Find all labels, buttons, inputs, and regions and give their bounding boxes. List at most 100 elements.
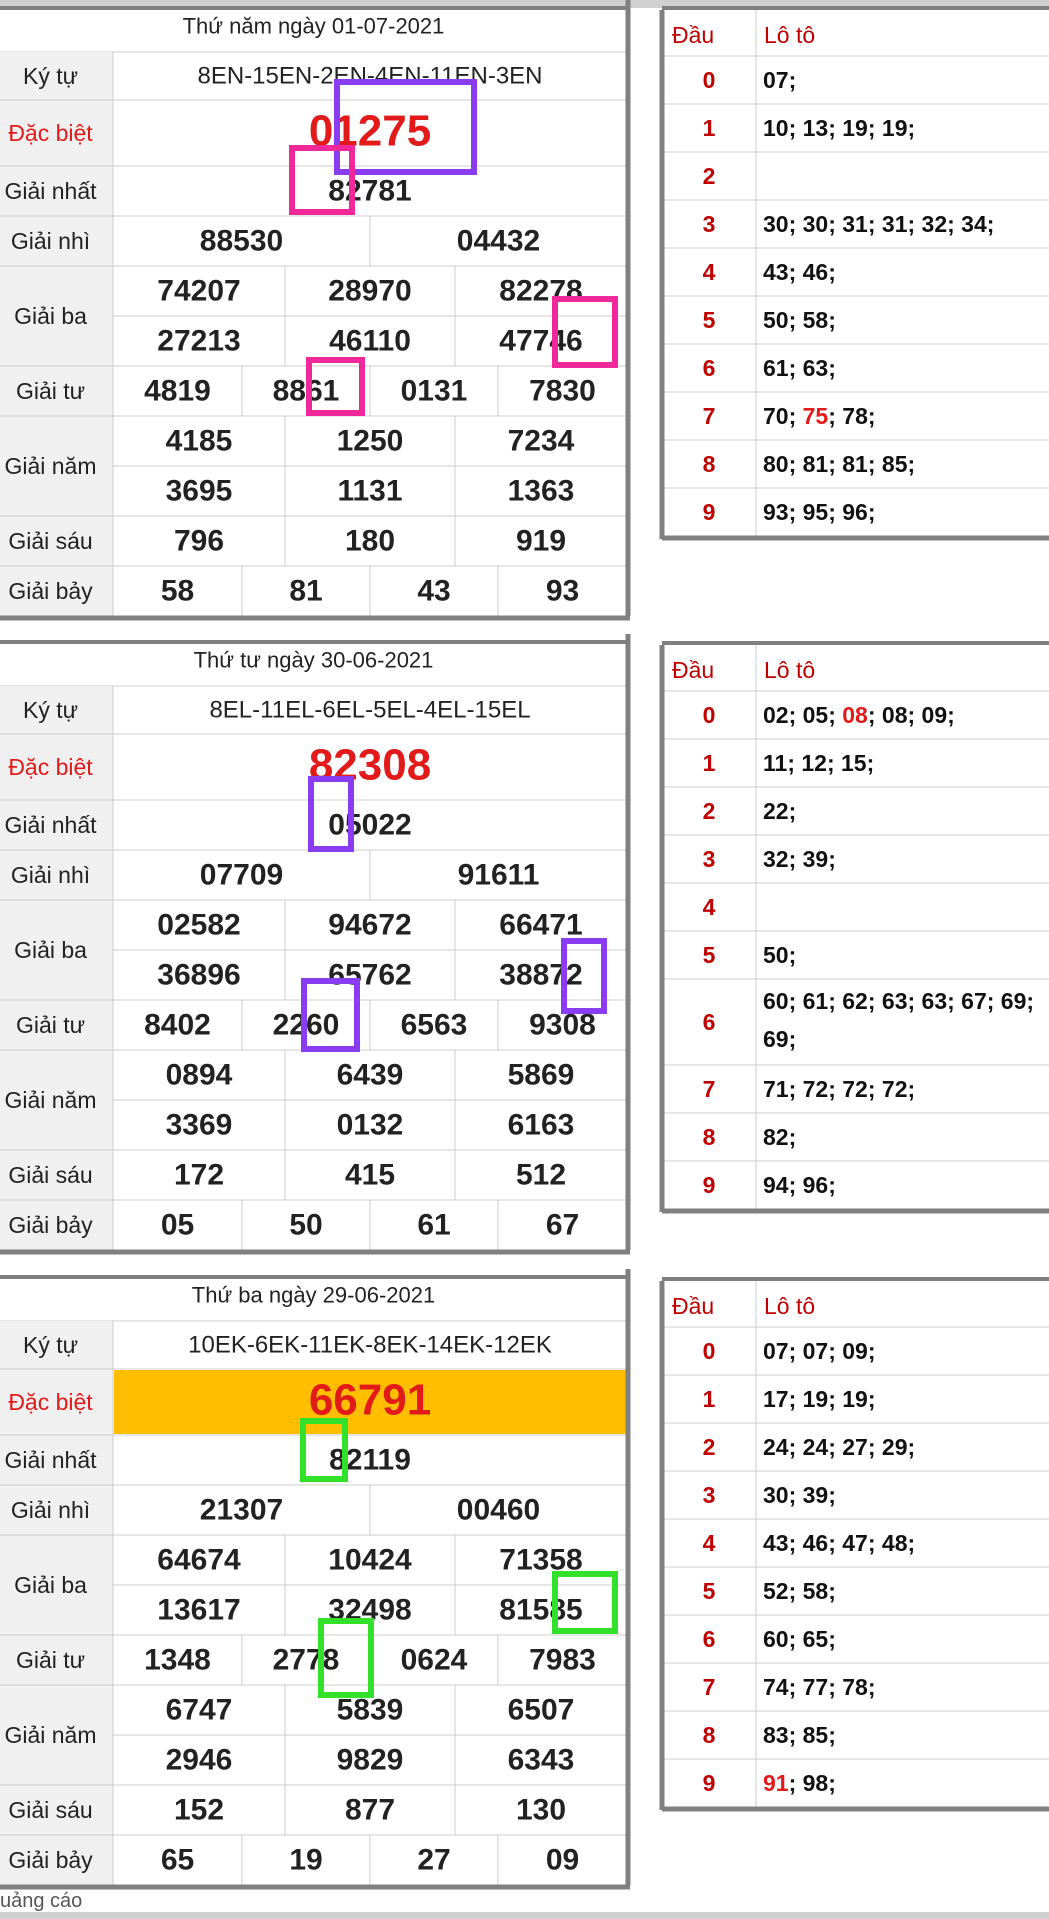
fifth-prize-value: 1250 (337, 425, 404, 458)
loto-values-wrap: 69; (763, 1026, 796, 1052)
seventh-prize-value: 27 (417, 1844, 450, 1877)
seventh-prize-value: 61 (417, 1209, 450, 1242)
special-prize-value: 82308 (309, 741, 431, 790)
annotation-box (318, 1618, 374, 1698)
label-giai-ba: Giải ba (14, 1572, 87, 1598)
loto-values: 02; 05; 08; 08; 09; (763, 702, 955, 728)
fourth-prize-value: 2260 (273, 1009, 340, 1042)
dau-digit: 9 (703, 1172, 716, 1198)
dau-digit: 4 (703, 259, 716, 285)
first-prize-value: 82119 (329, 1444, 411, 1477)
sixth-prize-value: 415 (345, 1159, 395, 1192)
dau-digit: 4 (703, 894, 716, 920)
loto-values: 60; 61; 62; 63; 63; 67; 69; (763, 988, 1034, 1014)
loto-header: Lô tô (764, 657, 815, 683)
fifth-prize-value: 6439 (337, 1059, 404, 1092)
loto-values: 24; 24; 27; 29; (763, 1434, 915, 1460)
third-prize-value: 27213 (157, 325, 240, 358)
draw-result-0: Thứ năm ngày 01-07-2021 Ký tự Đặc biệt Giải… (0, 0, 1049, 621)
seventh-prize-value: 93 (546, 575, 579, 608)
dau-digit: 6 (703, 1626, 716, 1652)
seventh-prize-value: 09 (546, 1844, 579, 1877)
loto-values: 74; 77; 78; (763, 1674, 876, 1700)
third-prize-value: 64674 (157, 1544, 241, 1577)
label-giai-bay: Giải bảy (8, 1212, 93, 1238)
loto-values: 83; 85; (763, 1722, 836, 1748)
fifth-prize-value: 3695 (166, 475, 233, 508)
annotation-box (561, 938, 607, 1014)
top-bar (0, 0, 1049, 8)
loto-values: 70; 75; 78; (763, 403, 876, 429)
second-prize-value: 21307 (200, 1494, 283, 1527)
loto-values: 71; 72; 72; 72; (763, 1076, 915, 1102)
seventh-prize-value: 05 (161, 1209, 194, 1242)
loto-values: 43; 46; (763, 259, 836, 285)
third-prize-value: 81585 (499, 1594, 582, 1627)
loto-values: 10; 13; 19; 19; (763, 115, 915, 141)
loto-values: 30; 30; 31; 31; 32; 34; (763, 211, 994, 237)
label-column (0, 1321, 113, 1885)
loto-values: 93; 95; 96; (763, 499, 876, 525)
label-giai-nam: Giải năm (4, 1087, 96, 1113)
seventh-prize-value: 81 (289, 575, 322, 608)
label-giai-ba: Giải ba (14, 303, 87, 329)
dau-header: Đầu (672, 22, 714, 48)
draw-date-title: Thứ tư ngày 30-06-2021 (194, 648, 434, 673)
dau-digit: 0 (703, 1338, 716, 1364)
seventh-prize-value: 43 (417, 575, 450, 608)
fifth-prize-value: 6163 (508, 1109, 575, 1142)
fourth-prize-value: 1348 (144, 1644, 211, 1677)
label-giai-nhat: Giải nhất (4, 178, 97, 204)
dau-digit: 0 (703, 67, 716, 93)
third-prize-value: 02582 (157, 909, 240, 942)
annotation-box (552, 1571, 618, 1634)
first-prize-value: 05022 (328, 809, 411, 842)
results-canvas: Thứ năm ngày 01-07-2021 Ký tự Đặc biệt Giải… (0, 0, 1049, 1890)
dau-digit: 3 (703, 1482, 716, 1508)
dau-digit: 5 (703, 1578, 716, 1604)
third-prize-value: 32498 (328, 1594, 411, 1627)
dau-digit: 5 (703, 942, 716, 968)
loto-values: 07; 07; 09; (763, 1338, 876, 1364)
third-prize-value: 66471 (499, 909, 582, 942)
draw-result-1: Thứ tư ngày 30-06-2021 Ký tự Đặc biệt Giải … (0, 634, 1049, 1255)
dau-digit: 8 (703, 1722, 716, 1748)
loto-values: 60; 65; (763, 1626, 836, 1652)
sixth-prize-value: 172 (174, 1159, 224, 1192)
annotation-box (334, 79, 477, 175)
fifth-prize-value: 6747 (166, 1694, 233, 1727)
dau-digit: 7 (703, 1076, 716, 1102)
fifth-prize-value: 6507 (508, 1694, 575, 1727)
draw-result-2: Thứ ba ngày 29-06-2021 Ký tự Đặc biệt Giải … (0, 1269, 1049, 1890)
dau-digit: 2 (703, 798, 716, 824)
dau-digit: 8 (703, 1124, 716, 1150)
draw-date-title: Thứ ba ngày 29-06-2021 (192, 1283, 435, 1308)
sixth-prize-value: 877 (345, 1794, 395, 1827)
label-dac-biet: Đặc biệt (8, 754, 93, 780)
sixth-prize-value: 796 (174, 525, 224, 558)
loto-values: 22; (763, 798, 796, 824)
fourth-prize-value: 8861 (273, 375, 340, 408)
third-prize-value: 10424 (328, 1544, 412, 1577)
loto-header: Lô tô (764, 22, 815, 48)
label-giai-nam: Giải năm (4, 1722, 96, 1748)
label-giai-nhi: Giải nhì (11, 1497, 90, 1523)
fifth-prize-value: 0132 (337, 1109, 404, 1142)
label-giai-nhi: Giải nhì (11, 862, 90, 888)
third-prize-value: 71358 (499, 1544, 582, 1577)
fifth-prize-value: 5839 (337, 1694, 404, 1727)
special-prize-value: 66791 (309, 1376, 431, 1425)
loto-values: 82; (763, 1124, 796, 1150)
third-prize-value: 13617 (157, 1594, 240, 1627)
seventh-prize-value: 50 (289, 1209, 322, 1242)
dau-digit: 2 (703, 163, 716, 189)
fifth-prize-value: 4185 (166, 425, 233, 458)
ky-tu-value: 8EN-15EN-2EN-4EN-11EN-3EN (198, 63, 543, 90)
loto-values: 50; 58; (763, 307, 836, 333)
fourth-prize-value: 6563 (401, 1009, 468, 1042)
third-prize-value: 65762 (328, 959, 411, 992)
second-prize-value: 04432 (457, 225, 540, 258)
seventh-prize-value: 65 (161, 1844, 194, 1877)
dau-digit: 9 (703, 499, 716, 525)
label-giai-nhat: Giải nhất (4, 812, 97, 838)
